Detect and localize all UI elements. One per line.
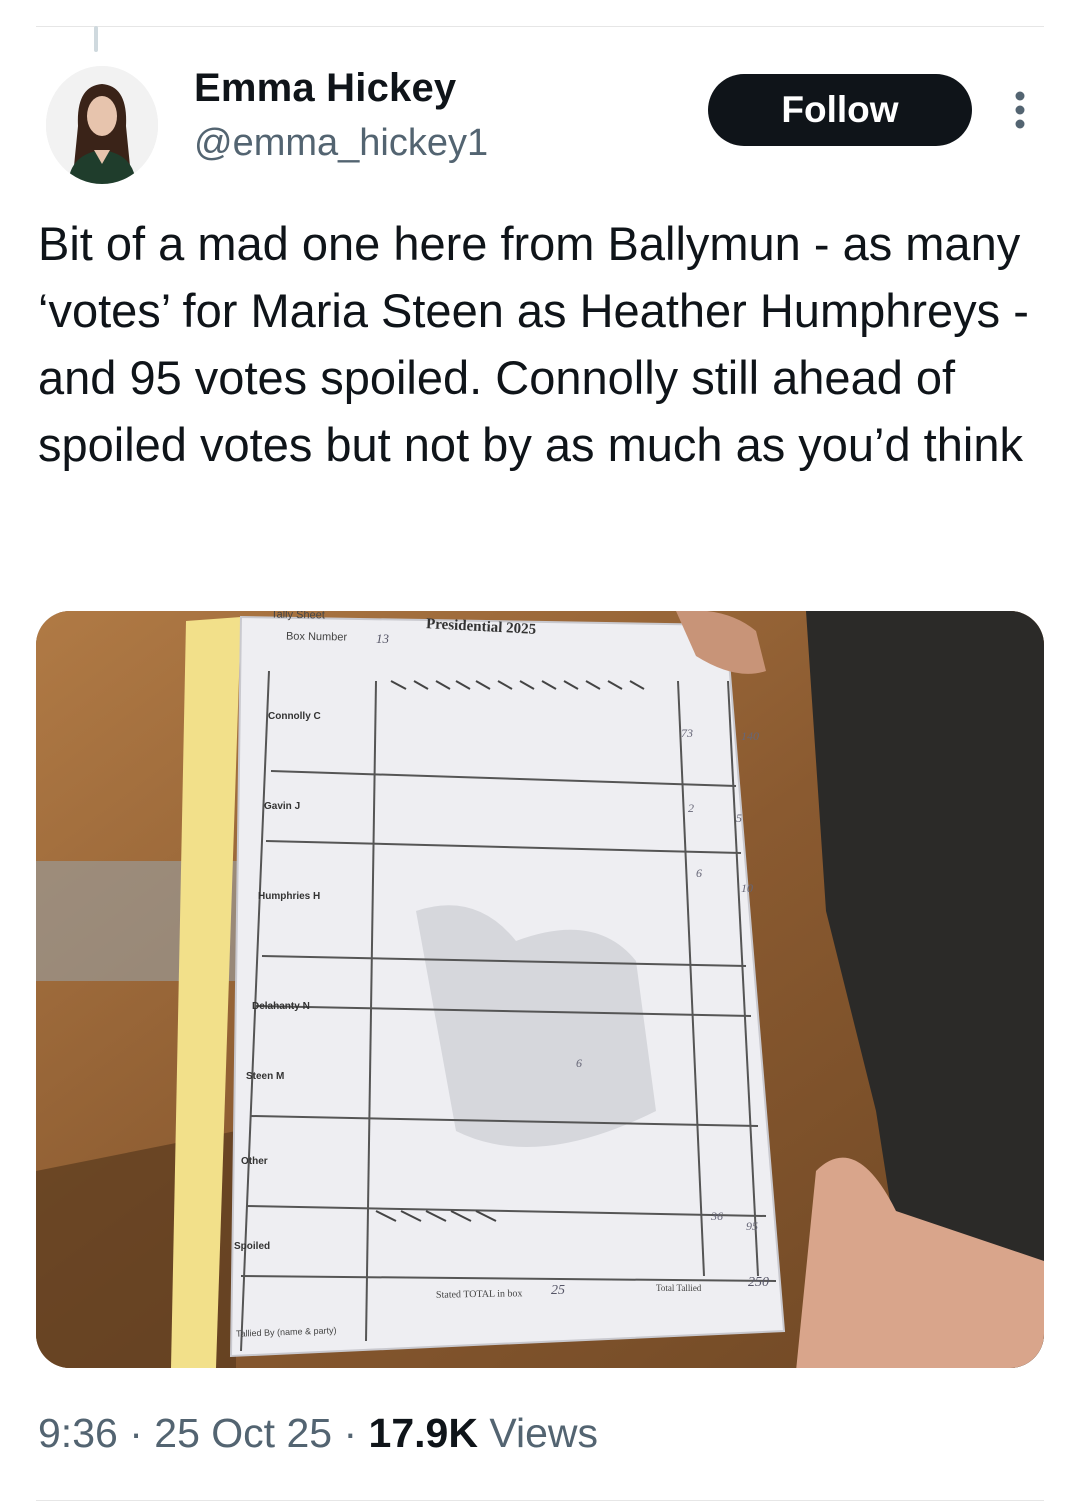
candidate-full-box-count: 10 [741,881,753,895]
thread-connector-line [94,26,98,52]
candidate-left-half-count: 6 [576,1056,582,1070]
candidate-label: Connolly C [268,711,321,722]
total-tallied-value: 250 [748,1275,769,1290]
tweet-meta: 9:36 · 25 Oct 25 · 17.9K Views [38,1410,598,1457]
candidate-full-box-count: 5 [736,811,742,825]
candidate-left-half-count: 6 [696,866,702,880]
follow-button[interactable]: Follow [708,74,972,146]
box-number-label: Box Number [285,630,348,644]
box-number-value: 13 [376,631,389,646]
candidate-left-half-count: 36 [711,1209,723,1223]
stated-total-value: 25 [551,1283,565,1298]
candidate-full-box-count: 140 [741,729,759,743]
stated-total-label: Stated TOTAL in box [435,1288,523,1301]
total-tallied-label: Total Tallied [656,1283,702,1293]
tally-sheet-photo [36,611,1044,1368]
views-label[interactable]: Views [489,1410,598,1456]
candidate-label: Gavin J [264,801,301,812]
author-handle[interactable]: @emma_hickey1 [194,122,488,165]
candidate-label: Delahanty N [252,1001,310,1012]
candidate-left-half-count: 73 [681,726,693,740]
more-vertical-icon[interactable] [1008,88,1032,132]
candidate-label: Other [241,1156,268,1167]
bottom-divider [36,1500,1044,1501]
candidate-full-box-count: 95 [746,1219,758,1233]
avatar[interactable] [46,66,158,184]
top-divider [36,26,1044,27]
tweet-text: Bit of a mad one here from Ballymun - as… [38,217,1029,471]
tweet-date[interactable]: 25 Oct 25 [154,1410,332,1456]
meta-separator: · [129,1410,143,1456]
tweet-photo[interactable]: Tally Sheet Presidential 2025 Box Number… [36,611,1044,1368]
meta-separator: · [343,1410,358,1456]
tweet-time[interactable]: 9:36 [38,1410,118,1456]
author-name[interactable]: Emma Hickey [194,66,456,111]
candidate-label: Spoiled [234,1241,271,1252]
views-count[interactable]: 17.9K [369,1410,478,1456]
candidate-label: Humphries H [258,891,321,902]
candidate-label: Steen M [246,1071,285,1082]
sheet-title: Tally Sheet [270,611,325,622]
avatar-portrait-icon [46,66,158,184]
candidate-left-half-count: 2 [688,801,694,815]
